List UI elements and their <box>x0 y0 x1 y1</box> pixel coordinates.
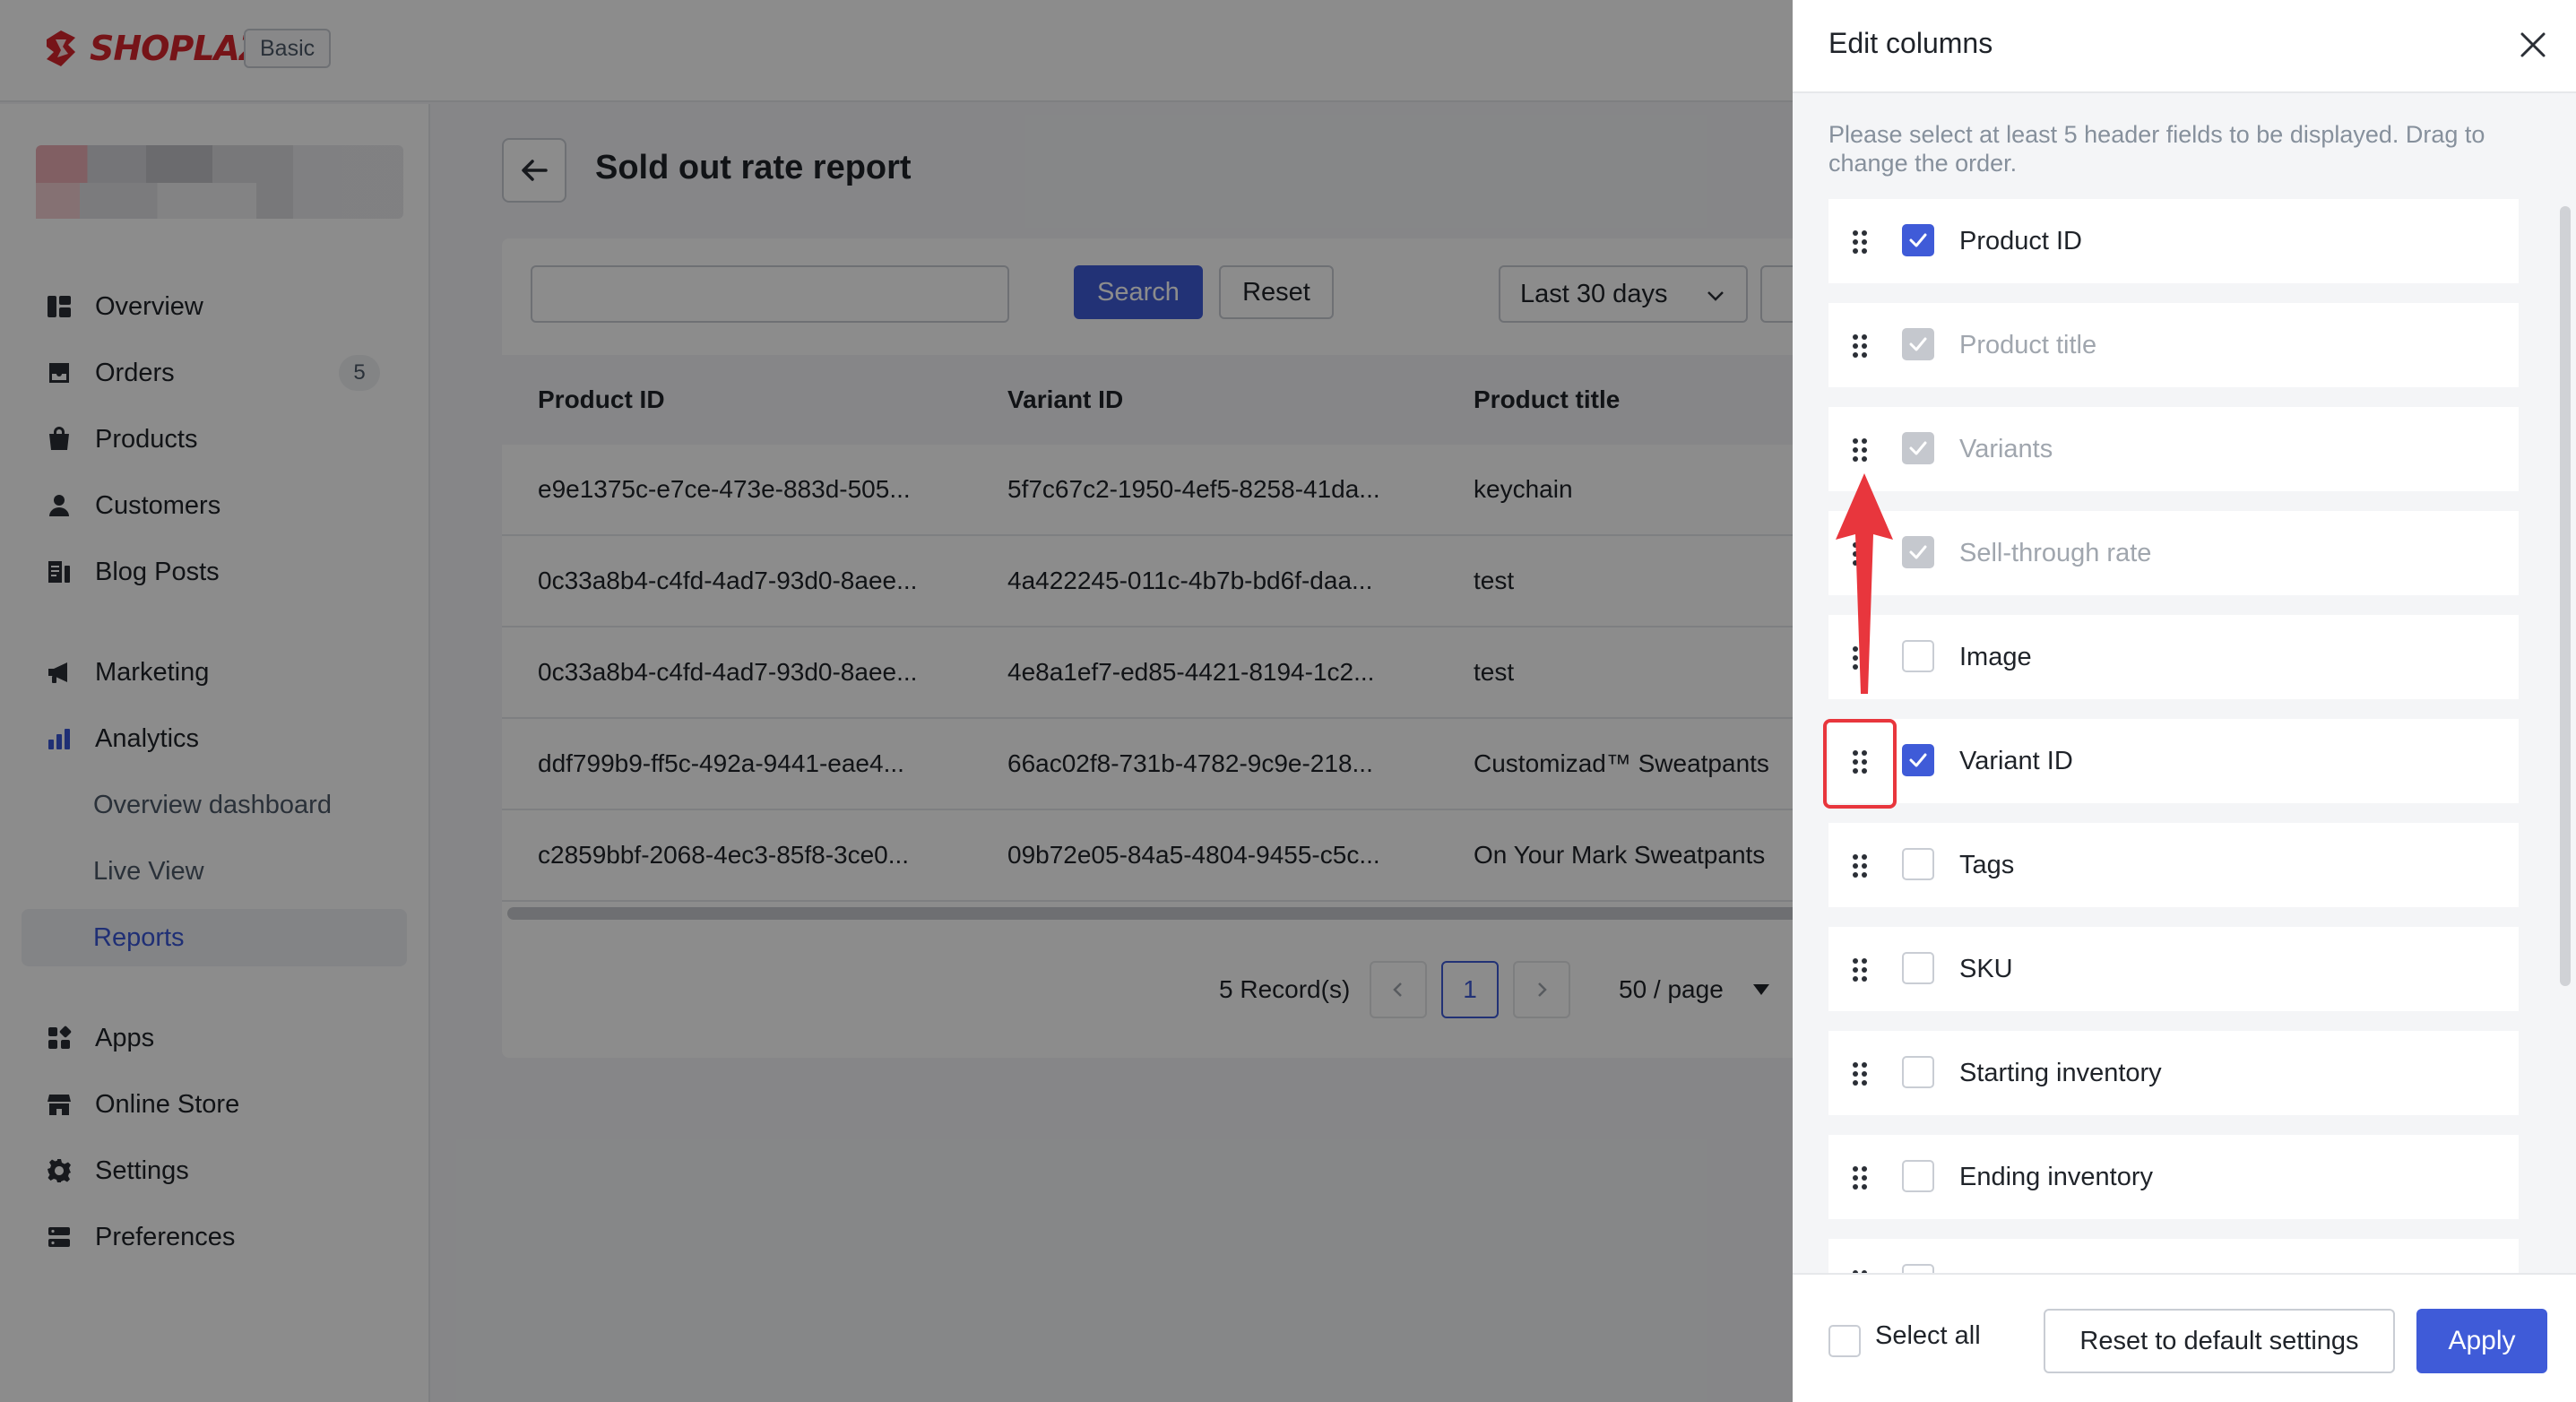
drag-handle-icon[interactable] <box>1852 437 1868 463</box>
column-checkbox <box>1902 328 1934 360</box>
annotation-arrow-up <box>1836 473 1893 694</box>
drag-handle-icon[interactable] <box>1852 957 1868 982</box>
drag-handle-icon[interactable] <box>1852 229 1868 255</box>
column-label: Ending inventory <box>1959 1163 2154 1191</box>
column-checkbox <box>1902 536 1934 568</box>
reset-default-button[interactable]: Reset to default settings <box>2044 1309 2395 1373</box>
column-option[interactable]: Tags <box>1828 823 2519 907</box>
drawer-header: Edit columns <box>1793 0 2576 93</box>
drag-handle-icon[interactable] <box>1852 1165 1868 1190</box>
select-all-label[interactable]: Select all <box>1875 1321 1981 1351</box>
column-option[interactable] <box>1828 1239 2519 1273</box>
close-icon[interactable] <box>2515 27 2551 63</box>
column-option[interactable]: Variants <box>1828 407 2519 491</box>
drawer-footer: Select all Reset to default settings App… <box>1793 1273 2576 1402</box>
column-checkbox[interactable] <box>1902 848 1934 880</box>
column-option[interactable]: Ending inventory <box>1828 1135 2519 1219</box>
column-label: Sell-through rate <box>1959 539 2152 567</box>
drag-handle-icon[interactable] <box>1852 333 1868 359</box>
drawer-title: Edit columns <box>1828 27 1993 59</box>
column-label: Tags <box>1959 851 2015 879</box>
column-option[interactable]: Sell-through rate <box>1828 511 2519 595</box>
drawer-hint: Please select at least 5 header fields t… <box>1828 121 2485 177</box>
column-checkbox[interactable] <box>1902 1264 1934 1273</box>
column-checkbox[interactable] <box>1902 1056 1934 1088</box>
column-label: Variant ID <box>1959 747 2073 775</box>
column-label: SKU <box>1959 955 2013 983</box>
column-label: Starting inventory <box>1959 1059 2162 1087</box>
column-option[interactable]: Product title <box>1828 303 2519 387</box>
column-label: Product ID <box>1959 227 2082 255</box>
drag-handle-icon[interactable] <box>1852 853 1868 878</box>
column-option[interactable]: Variant ID <box>1828 719 2519 803</box>
vertical-scrollbar[interactable] <box>2560 206 2571 986</box>
annotation-highlight-box <box>1823 719 1897 809</box>
column-checkbox[interactable] <box>1902 1160 1934 1192</box>
column-checkbox[interactable] <box>1902 952 1934 984</box>
column-label: Image <box>1959 643 2032 671</box>
column-label: Product title <box>1959 331 2097 359</box>
column-option[interactable]: Starting inventory <box>1828 1031 2519 1115</box>
drawer-body: Please select at least 5 header fields t… <box>1793 93 2576 1273</box>
column-checkbox <box>1902 432 1934 464</box>
column-checkbox[interactable] <box>1902 224 1934 256</box>
apply-button[interactable]: Apply <box>2416 1309 2547 1373</box>
column-option[interactable]: Product ID <box>1828 199 2519 283</box>
column-label: Variants <box>1959 435 2053 463</box>
select-all-checkbox[interactable] <box>1828 1325 1861 1357</box>
modal-overlay[interactable] <box>0 0 1793 1402</box>
column-checkbox[interactable] <box>1902 744 1934 776</box>
column-option[interactable]: Image <box>1828 615 2519 699</box>
column-option[interactable]: SKU <box>1828 927 2519 1011</box>
edit-columns-drawer: Edit columns Please select at least 5 he… <box>1793 0 2576 1402</box>
column-checkbox[interactable] <box>1902 640 1934 672</box>
drag-handle-icon[interactable] <box>1852 1061 1868 1086</box>
